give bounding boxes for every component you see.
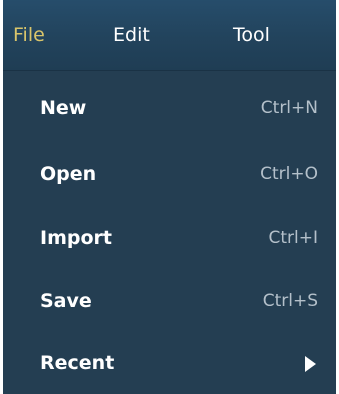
chevron-right-icon xyxy=(305,356,316,372)
menu-item-label: Recent xyxy=(40,352,115,374)
menu-item-new[interactable]: New Ctrl+N xyxy=(3,77,336,139)
menu-item-shortcut: Ctrl+O xyxy=(260,164,318,184)
menu-item-shortcut: Ctrl+N xyxy=(260,98,318,118)
menu-edit[interactable]: Edit xyxy=(113,0,150,70)
menu-item-import[interactable]: Import Ctrl+I xyxy=(3,207,336,269)
app-window: File Edit Tool New Ctrl+N Open Ctrl+O Im… xyxy=(3,0,336,394)
menu-item-open[interactable]: Open Ctrl+O xyxy=(3,143,336,205)
menu-bar: File Edit Tool xyxy=(3,0,336,71)
menu-item-shortcut: Ctrl+S xyxy=(262,291,318,311)
menu-item-label: New xyxy=(40,97,87,119)
menu-tool[interactable]: Tool xyxy=(233,0,270,70)
menu-item-shortcut: Ctrl+I xyxy=(268,228,318,248)
menu-item-recent[interactable]: Recent xyxy=(3,332,336,394)
menu-file[interactable]: File xyxy=(13,0,45,70)
menu-item-label: Open xyxy=(40,163,97,185)
menu-item-save[interactable]: Save Ctrl+S xyxy=(3,270,336,332)
file-menu-dropdown: New Ctrl+N Open Ctrl+O Import Ctrl+I Sav… xyxy=(3,71,336,394)
menu-item-label: Save xyxy=(40,290,92,312)
menu-item-label: Import xyxy=(40,227,112,249)
